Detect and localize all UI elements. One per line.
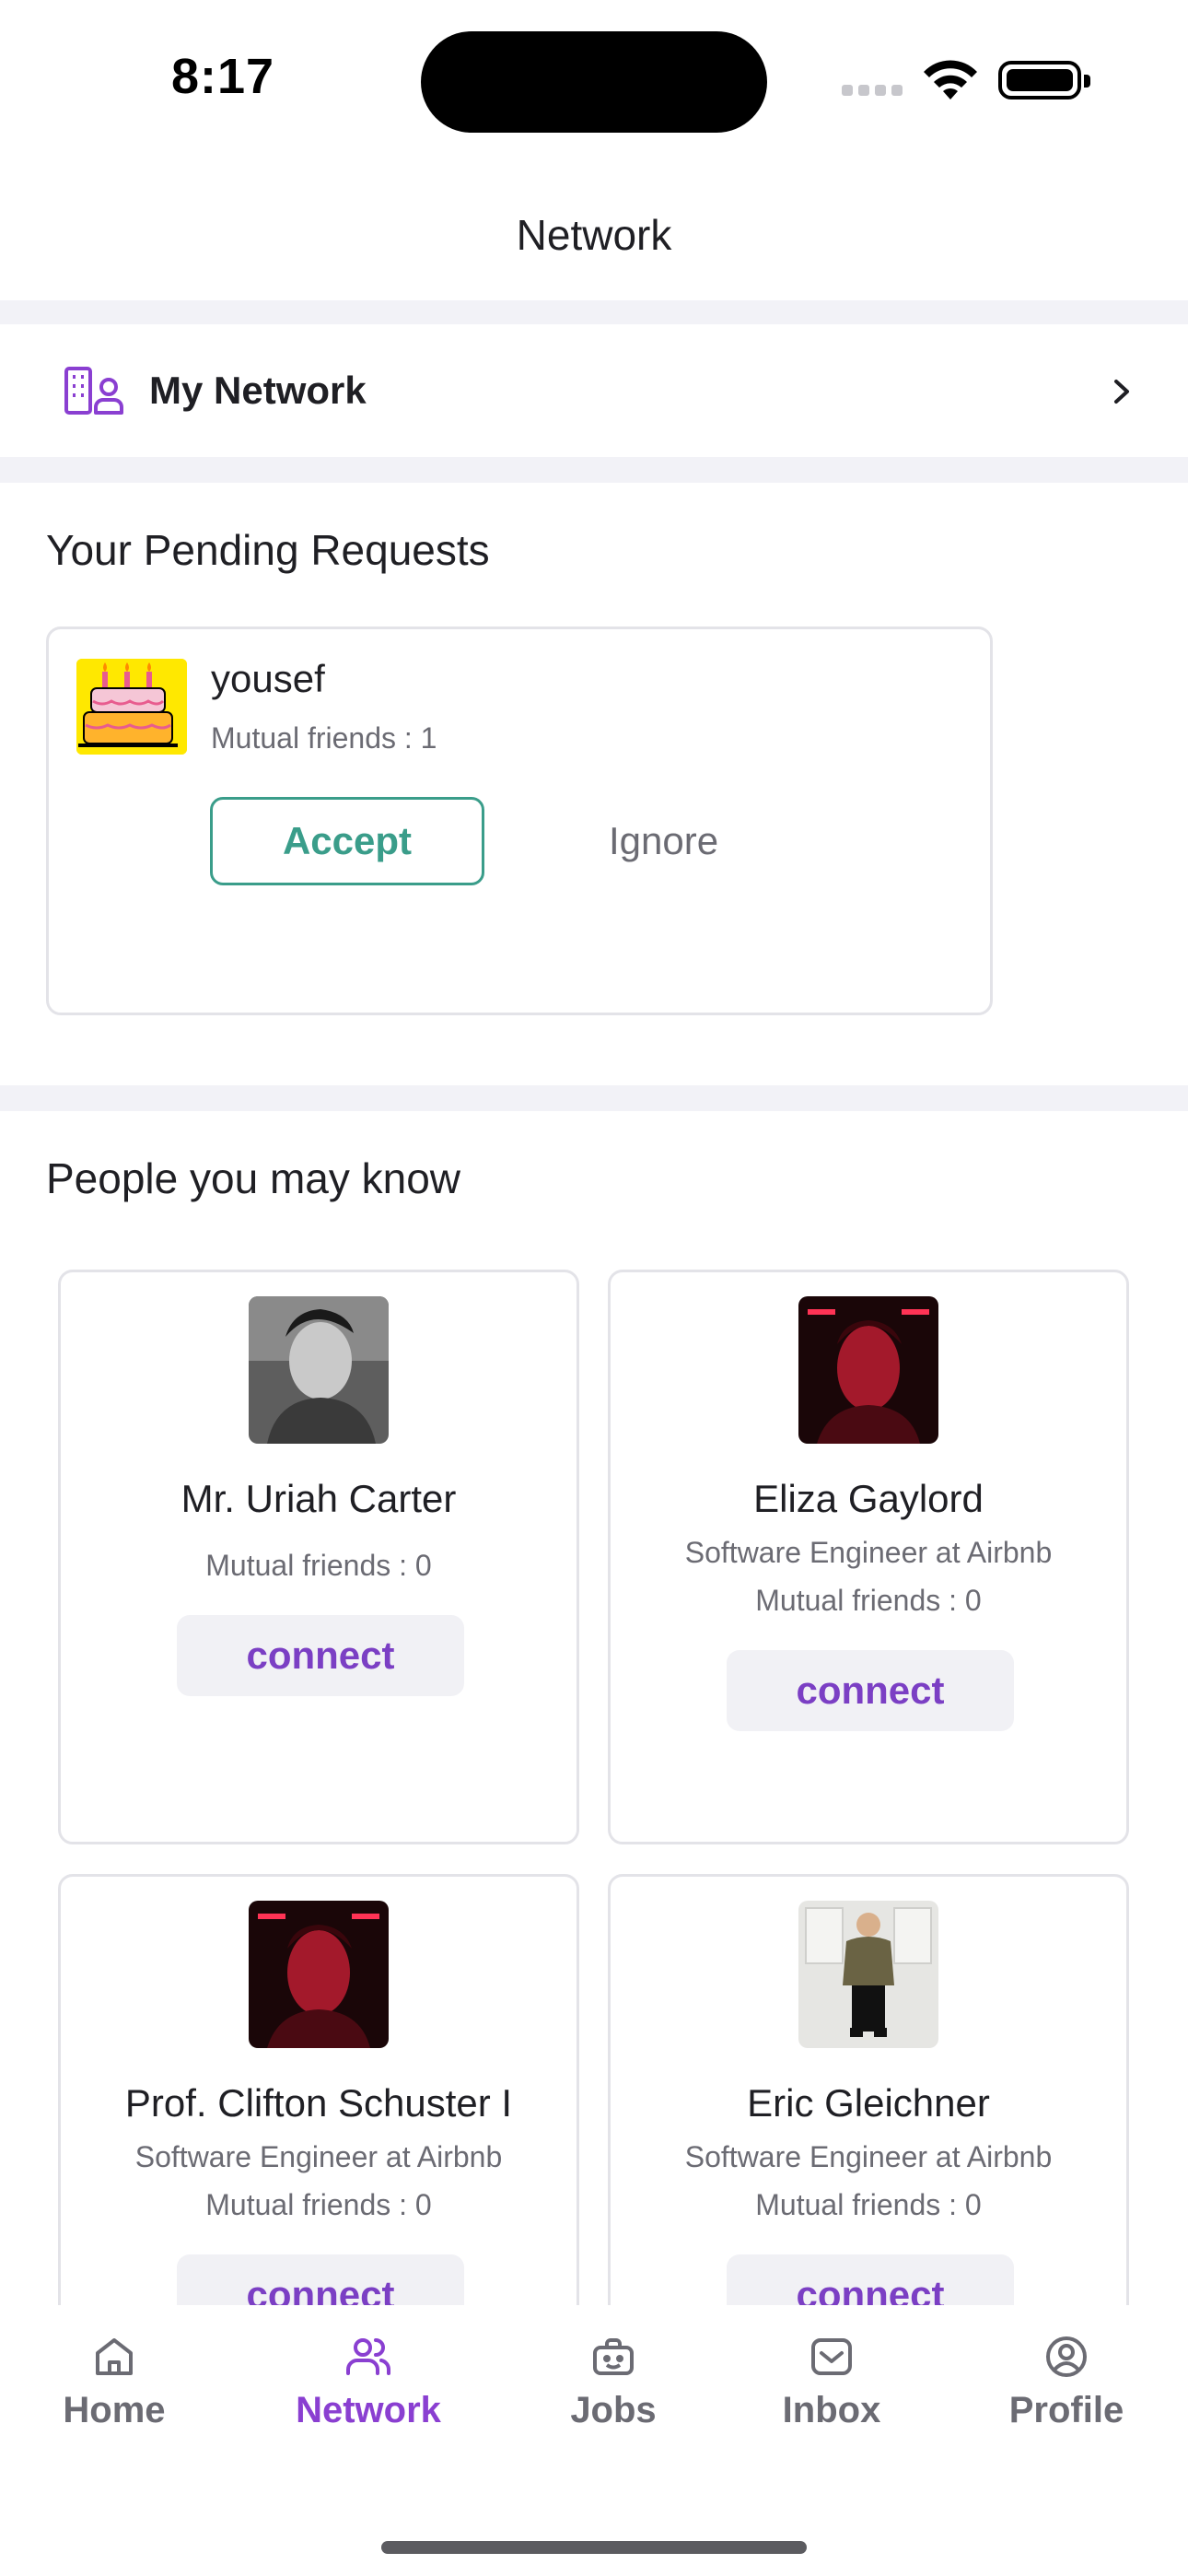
status-bar: 8:17 xyxy=(0,0,1188,157)
person-photo[interactable] xyxy=(798,1901,938,2048)
person-name: Eliza Gaylord xyxy=(753,1477,984,1520)
my-network-label: My Network xyxy=(149,369,367,412)
building-user-icon xyxy=(64,367,123,415)
nav-profile[interactable]: Profile xyxy=(965,2333,1168,2431)
person-name: Prof. Clifton Schuster I xyxy=(124,2081,513,2125)
nav-label: Profile xyxy=(1008,2390,1124,2430)
page-title: Network xyxy=(516,211,672,259)
section-divider xyxy=(0,1085,1188,1111)
nav-label: Home xyxy=(63,2390,166,2430)
inbox-icon xyxy=(811,2338,852,2375)
nav-label: Network xyxy=(296,2390,441,2430)
pending-requests-title: Your Pending Requests xyxy=(46,526,490,574)
chevron-right-icon xyxy=(1114,380,1129,404)
my-network-row[interactable]: My Network xyxy=(0,324,1188,457)
person-mutual-friends: Mutual friends : 0 xyxy=(205,2188,432,2221)
person-card: Prof. Clifton Schuster I Software Engine… xyxy=(58,1874,579,2353)
person-name: Eric Gleichner xyxy=(747,2081,990,2125)
nav-jobs[interactable]: Jobs xyxy=(512,2333,715,2431)
home-icon xyxy=(96,2338,133,2375)
battery-icon xyxy=(998,61,1090,100)
dynamic-island xyxy=(421,31,767,133)
accept-button[interactable]: Accept xyxy=(210,797,484,885)
connect-button[interactable]: connect xyxy=(727,1650,1014,1731)
nav-home[interactable]: Home xyxy=(13,2333,215,2431)
request-mutual-friends: Mutual friends : 1 xyxy=(211,721,437,755)
pending-request-card: yousef Mutual friends : 1 Accept Ignore xyxy=(46,626,993,1015)
wifi-icon xyxy=(924,60,977,100)
request-name: yousef xyxy=(211,657,325,700)
people-icon xyxy=(346,2338,390,2375)
nav-inbox[interactable]: Inbox xyxy=(730,2333,933,2431)
person-photo[interactable] xyxy=(249,1296,389,1444)
people-you-may-know-title: People you may know xyxy=(46,1154,461,1202)
person-card: Mr. Uriah Carter Mutual friends : 0 conn… xyxy=(58,1270,579,1844)
person-subtitle: Software Engineer at Airbnb xyxy=(684,1536,1053,1569)
nav-label: Jobs xyxy=(570,2390,657,2430)
person-card: Eric Gleichner Software Engineer at Airb… xyxy=(608,1874,1129,2353)
person-card: Eliza Gaylord Software Engineer at Airbn… xyxy=(608,1270,1129,1844)
status-time: 8:17 xyxy=(171,49,275,104)
user-circle-icon xyxy=(1046,2336,1087,2377)
nav-label: Inbox xyxy=(782,2390,881,2430)
cellular-signal-icon xyxy=(842,85,906,96)
section-divider xyxy=(0,300,1188,324)
person-mutual-friends: Mutual friends : 0 xyxy=(755,1584,982,1617)
home-indicator xyxy=(381,2541,807,2554)
person-subtitle: Software Engineer at Airbnb xyxy=(684,2140,1053,2173)
ignore-button[interactable]: Ignore xyxy=(544,797,793,885)
person-mutual-friends: Mutual friends : 0 xyxy=(205,1549,432,1582)
person-mutual-friends: Mutual friends : 0 xyxy=(755,2188,982,2221)
bottom-nav: Home Network Jobs Inbox Profile xyxy=(0,2305,1188,2576)
person-name: Mr. Uriah Carter xyxy=(181,1477,457,1520)
birthday-cake-avatar xyxy=(76,659,187,755)
connect-button[interactable]: connect xyxy=(177,1615,464,1696)
briefcase-icon xyxy=(593,2338,634,2375)
section-divider xyxy=(0,457,1188,483)
person-photo[interactable] xyxy=(249,1901,389,2048)
nav-network[interactable]: Network xyxy=(267,2333,470,2431)
person-photo[interactable] xyxy=(798,1296,938,1444)
person-subtitle: Software Engineer at Airbnb xyxy=(134,2140,503,2173)
